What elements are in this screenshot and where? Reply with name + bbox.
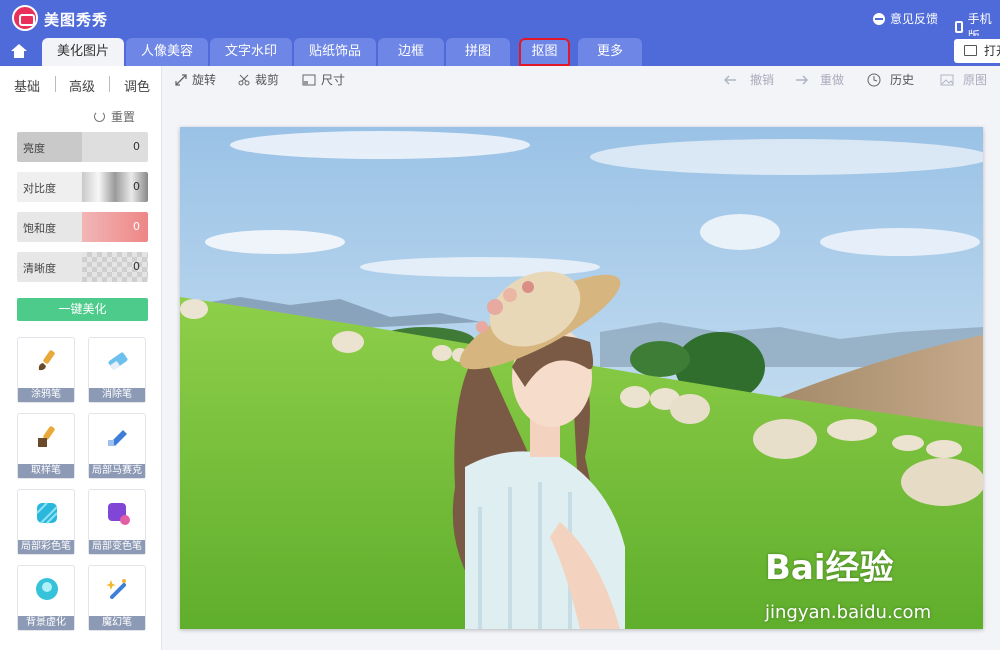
scissors-icon [238,74,250,85]
baidu-watermark: Bai经验 jingyan.baidu.com [765,540,931,623]
brush-icon [38,350,55,371]
undo-label: 撤销 [750,73,775,87]
adjust-panel: 基础 高级 调色 重置 亮度 0 对比度 0 饱和度 0 清晰度 0 一键美化 [0,66,162,650]
app-title: 美图秀秀 [44,11,109,29]
subtab-divider [55,76,56,92]
slider-value: 0 [133,220,140,233]
blur-background-icon [36,578,58,600]
local-mosaic-tool[interactable]: 局部马赛克 [88,413,146,479]
tool-label: 局部彩色笔 [18,540,74,554]
contrast-slider[interactable]: 对比度 0 [17,172,148,202]
rotate-label: 旋转 [192,73,217,87]
watermark-brand: Bai经验 [765,548,894,588]
resize-icon [302,74,316,85]
tool-label: 取样笔 [18,464,74,478]
saturation-slider[interactable]: 饱和度 0 [17,212,148,242]
recolor-pen-icon [108,503,130,525]
reset-icon [94,111,105,122]
slider-value: 0 [133,260,140,273]
background-blur-tool[interactable]: 背景虚化 [17,565,75,631]
undo-arrow-icon [723,74,736,85]
mosaic-pen-icon [108,430,127,446]
phone-icon [955,21,963,33]
sample-brush-icon [38,426,55,447]
original-image-button[interactable]: 原图 [940,71,987,88]
undo-button[interactable]: 撤销 [723,71,774,88]
local-color-pen-tool[interactable]: 局部彩色笔 [17,489,75,555]
size-button[interactable]: 尺寸 [302,71,345,88]
subtab-color[interactable]: 调色 [124,76,150,95]
title-bar: 美图秀秀 意见反馈 手机版 [0,0,1000,43]
doodle-brush-tool[interactable]: 涂鸦笔 [17,337,75,403]
watermark-url: jingyan.baidu.com [765,602,932,623]
redo-button[interactable]: 重做 [795,71,844,88]
sharpness-slider[interactable]: 清晰度 0 [17,252,148,282]
original-image-icon [940,74,954,85]
slider-value: 0 [133,180,140,193]
history-button[interactable]: 历史 [867,71,914,88]
one-click-beautify-button[interactable]: 一键美化 [17,298,148,321]
crop-button[interactable]: 裁剪 [238,71,279,88]
brightness-slider[interactable]: 亮度 0 [17,132,148,162]
tool-label: 局部马赛克 [89,464,145,478]
magic-pen-icon [106,579,126,599]
tab-text-watermark[interactable]: 文字水印 [210,38,292,66]
slider-label: 对比度 [23,182,56,195]
crop-label: 裁剪 [255,73,280,87]
subtab-bar: 基础 高级 调色 [0,66,162,102]
slider-value: 0 [133,140,140,153]
original-label: 原图 [963,73,988,87]
subtab-basic[interactable]: 基础 [14,76,40,95]
slider-label: 饱和度 [23,222,56,235]
subtab-advanced[interactable]: 高级 [69,76,95,95]
tool-label: 背景虚化 [18,616,74,630]
image-icon [964,45,977,56]
tab-frames[interactable]: 边框 [378,38,444,66]
feedback-icon [873,12,885,25]
app-logo-icon [12,5,38,31]
eraser-tool[interactable]: 消除笔 [88,337,146,403]
sample-brush-tool[interactable]: 取样笔 [17,413,75,479]
color-pen-icon [36,502,58,524]
clock-icon [867,73,881,86]
size-label: 尺寸 [321,73,346,87]
feedback-label: 意见反馈 [890,12,939,26]
subtab-divider [109,76,110,92]
home-button[interactable] [0,36,38,66]
rotate-icon [175,73,187,86]
tool-label: 消除笔 [89,388,145,402]
tab-more[interactable]: 更多 [578,38,642,66]
reset-label: 重置 [111,110,136,124]
tab-portrait[interactable]: 人像美容 [126,38,208,66]
slider-label: 清晰度 [23,262,56,275]
rotate-button[interactable]: 旋转 [175,71,216,88]
main-tab-bar: 美化图片 人像美容 文字水印 贴纸饰品 边框 拼图 抠图 更多 打开 [0,36,1000,66]
open-button[interactable]: 打开 [954,39,1000,63]
redo-arrow-icon [796,74,809,85]
tool-label: 涂鸦笔 [18,388,74,402]
tab-cutout[interactable]: 抠图 [519,38,570,66]
magic-pen-tool[interactable]: 魔幻笔 [88,565,146,631]
eraser-icon [108,352,128,370]
tab-stickers[interactable]: 贴纸饰品 [294,38,376,66]
history-label: 历史 [890,73,915,87]
tab-beautify[interactable]: 美化图片 [42,38,124,66]
slider-label: 亮度 [23,142,45,155]
home-icon [11,44,27,58]
local-recolor-pen-tool[interactable]: 局部变色笔 [88,489,146,555]
reset-button[interactable]: 重置 [94,108,135,125]
open-label: 打开 [984,44,1000,58]
tool-label: 魔幻笔 [89,616,145,630]
redo-label: 重做 [820,73,845,87]
tool-label: 局部变色笔 [89,540,145,554]
feedback-link[interactable]: 意见反馈 [873,10,938,27]
tab-collage[interactable]: 拼图 [446,38,510,66]
